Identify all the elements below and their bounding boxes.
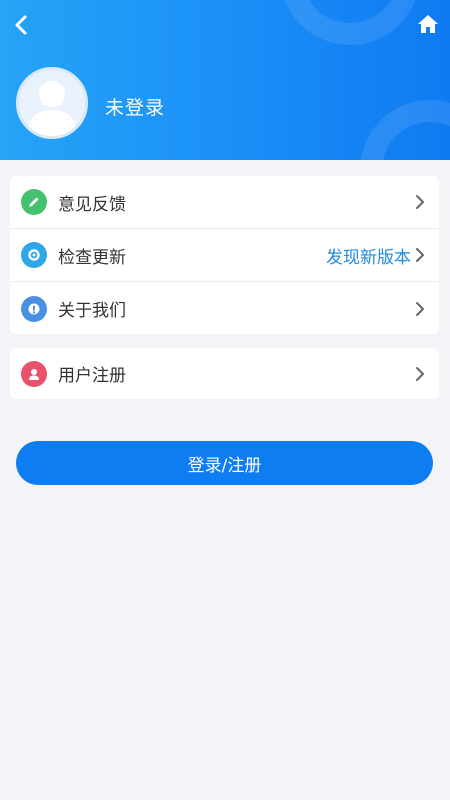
menu-item-register[interactable]: 用户注册 xyxy=(10,348,439,399)
chevron-right-icon xyxy=(416,366,424,381)
new-version-link[interactable]: 发现新版本 xyxy=(326,243,411,268)
back-button[interactable] xyxy=(6,10,36,40)
chevron-right-icon xyxy=(416,301,424,316)
decorative-ring xyxy=(360,100,450,160)
login-register-button[interactable]: 登录/注册 xyxy=(16,441,433,485)
login-status-text: 未登录 xyxy=(105,97,166,119)
menu-item-label: 检查更新 xyxy=(58,247,126,268)
home-icon xyxy=(418,15,438,33)
decorative-ring xyxy=(280,0,420,45)
user-avatar-icon xyxy=(27,81,77,136)
pencil-icon xyxy=(21,189,47,215)
menu-item-about[interactable]: 关于我们 xyxy=(10,282,439,335)
menu-item-label: 用户注册 xyxy=(58,366,126,386)
profile-header: 未登录 xyxy=(0,0,450,160)
menu-item-label: 意见反馈 xyxy=(58,194,126,215)
menu-item-feedback[interactable]: 意见反馈 xyxy=(10,176,439,229)
user-icon xyxy=(21,360,47,387)
home-button[interactable] xyxy=(414,10,442,38)
update-icon xyxy=(21,242,47,268)
chevron-left-icon xyxy=(15,15,27,35)
settings-card: 意见反馈 检查更新 发现新版本 关于我们 xyxy=(10,176,439,334)
account-card: 用户注册 xyxy=(10,348,439,399)
menu-item-check-update[interactable]: 检查更新 发现新版本 xyxy=(10,229,439,282)
menu-item-label: 关于我们 xyxy=(58,301,126,321)
chevron-right-icon xyxy=(416,248,424,262)
chevron-right-icon xyxy=(416,195,424,209)
info-icon xyxy=(21,295,47,322)
avatar[interactable] xyxy=(16,67,88,139)
